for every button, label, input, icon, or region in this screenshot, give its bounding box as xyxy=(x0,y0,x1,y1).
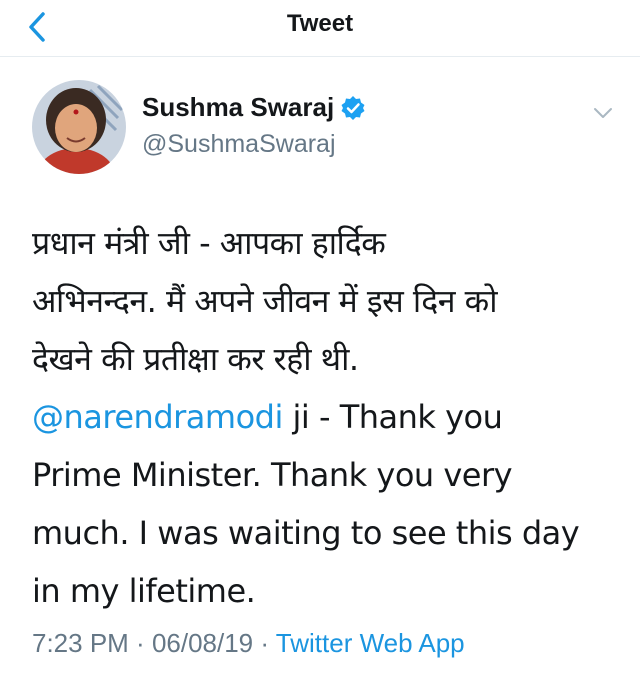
author-name[interactable]: Sushma Swaraj xyxy=(142,92,334,123)
tweet-metadata: 7:23 PM · 06/08/19 · Twitter Web App xyxy=(32,628,465,659)
profile-photo xyxy=(32,80,126,174)
tweet-line-english-4: in my lifetime. xyxy=(32,572,256,610)
tweet-line-hindi-1: प्रधान मंत्री जी - आपका हार्दिक xyxy=(32,224,386,262)
tweet-text-segment: ji - Thank you xyxy=(282,398,503,436)
tweet-line-english-1: @narendramodi ji - Thank you xyxy=(32,388,622,446)
tweet-text: प्रधान मंत्री जी - आपका हार्दिक अभिनन्दन… xyxy=(32,214,622,620)
meta-separator: · xyxy=(128,628,152,658)
tweet-line-english-3: much. I was waiting to see this day xyxy=(32,514,580,552)
more-options-button[interactable] xyxy=(590,100,616,126)
chevron-down-icon xyxy=(594,108,612,118)
top-nav-bar: Tweet xyxy=(0,0,640,57)
tweet-line-hindi-2: अभिनन्दन. मैं अपने जीवन में इस दिन को xyxy=(32,282,498,320)
page-title: Tweet xyxy=(286,10,354,37)
tweet-date[interactable]: 06/08/19 xyxy=(152,628,253,658)
tweet-line-hindi-3: देखने की प्रतीक्षा कर रही थी. xyxy=(32,340,359,378)
tweet-source-link[interactable]: Twitter Web App xyxy=(276,628,465,658)
meta-separator: · xyxy=(253,628,276,658)
tweet-line-english-2: Prime Minister. Thank you very xyxy=(32,456,513,494)
tweet-time[interactable]: 7:23 PM xyxy=(32,628,129,658)
author-handle[interactable]: @SushmaSwaraj xyxy=(142,130,336,159)
author-name-row[interactable]: Sushma Swaraj xyxy=(142,92,366,123)
verified-badge-icon xyxy=(340,95,366,121)
mention-link[interactable]: @narendramodi xyxy=(32,398,283,436)
avatar[interactable] xyxy=(32,80,126,174)
